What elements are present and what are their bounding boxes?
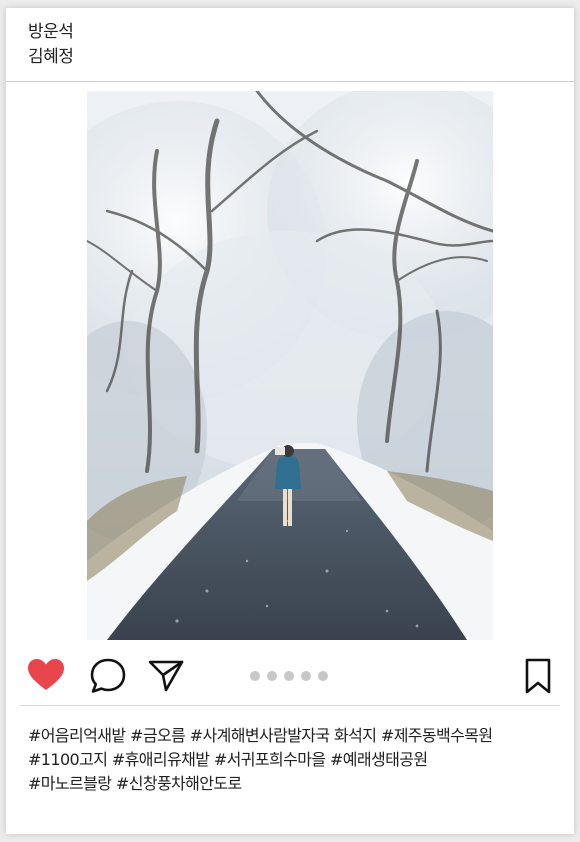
author-name-2: 김혜정: [28, 47, 74, 67]
header-divider: [6, 81, 574, 82]
carousel-dot[interactable]: [284, 671, 294, 681]
carousel-dot[interactable]: [301, 671, 311, 681]
caption-divider: [20, 705, 560, 706]
post-card: 방운석 김혜정 #어음리억새밭 #금오름 #사계해변사람발자국 화석지 #제주동…: [6, 8, 574, 834]
carousel-dot[interactable]: [267, 671, 277, 681]
share-button[interactable]: [146, 656, 186, 696]
post-photo[interactable]: [87, 91, 493, 640]
hashtag-line[interactable]: #마노르블랑 #신창풍차해안도로: [28, 772, 568, 796]
action-bar: [6, 648, 574, 694]
post-caption: #어음리억새밭 #금오름 #사계해변사람발자국 화석지 #제주동백수목원 #11…: [28, 724, 568, 796]
carousel-indicator: [250, 671, 328, 681]
comment-button[interactable]: [88, 656, 128, 696]
heart-icon: [28, 659, 64, 690]
send-icon: [148, 660, 184, 692]
like-button[interactable]: [26, 656, 66, 696]
post-header: 방운석 김혜정: [28, 20, 74, 70]
hashtag-line[interactable]: #1100고지 #휴애리유채밭 #서귀포희수마을 #예래생태공원: [28, 748, 568, 772]
carousel-dot[interactable]: [250, 671, 260, 681]
bookmark-icon: [525, 658, 551, 694]
bookmark-button[interactable]: [518, 656, 558, 696]
hashtag-line[interactable]: #어음리억새밭 #금오름 #사계해변사람발자국 화석지 #제주동백수목원: [28, 724, 568, 748]
comment-icon: [90, 658, 126, 693]
author-name-1: 방운석: [28, 22, 74, 42]
carousel-dot[interactable]: [318, 671, 328, 681]
snowy-forest-road-illustration: [87, 91, 493, 640]
